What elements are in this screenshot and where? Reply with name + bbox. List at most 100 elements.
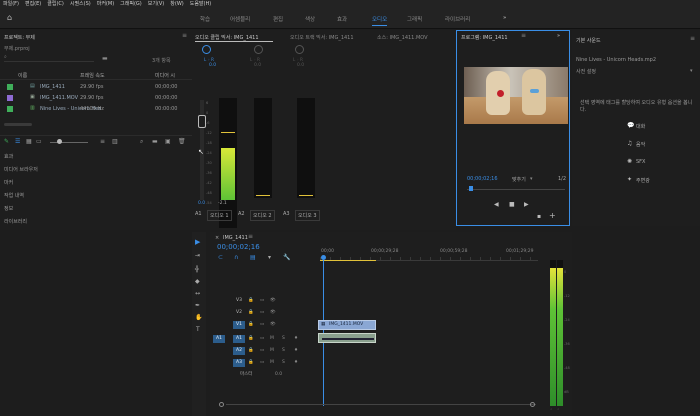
ambience-button[interactable]: 주변광: [636, 177, 650, 184]
workspace-libraries[interactable]: 라이브러리: [445, 15, 470, 23]
wrench-icon[interactable]: 🔧: [283, 254, 290, 261]
home-icon[interactable]: ⌂: [7, 13, 12, 22]
timeline-timecode[interactable]: 00;00;02;16: [217, 243, 260, 251]
zoom-slider-handle[interactable]: [57, 139, 62, 144]
list-item[interactable]: ▣ IMG_1411.MOV 29.90 fps 00;00;00: [0, 93, 192, 103]
ripple-edit-tool-icon[interactable]: ╬: [195, 266, 199, 273]
history-panel-tab[interactable]: 작업 내역: [4, 192, 24, 199]
pan-knob-icon[interactable]: [295, 45, 304, 54]
step-forward-icon[interactable]: ▶: [524, 201, 529, 208]
tab-audio-clip-mixer[interactable]: 오디오 클립 믹서: IMG_1411: [195, 34, 259, 41]
horizontal-scrollbar[interactable]: [226, 404, 536, 405]
panel-menu-icon[interactable]: ≡: [690, 35, 695, 42]
list-item[interactable]: ▥ Nine Lives - Unicorn Hea 44100 Hz 00:0…: [0, 104, 192, 114]
sync-lock-icon[interactable]: ▭: [260, 335, 264, 343]
tab-audio-track-mixer[interactable]: 오디오 트랙 믹서: IMG_1411: [290, 34, 354, 41]
lock-icon[interactable]: 🔒: [248, 359, 254, 367]
sync-lock-icon[interactable]: ▭: [260, 321, 264, 329]
menu-marker[interactable]: 마커(M): [97, 1, 114, 7]
mic-icon[interactable]: ♦: [294, 359, 298, 367]
project-panel-title[interactable]: 프로젝트: 무제: [4, 34, 35, 41]
scrubber-bar[interactable]: [467, 189, 565, 190]
solo-icon[interactable]: S: [282, 347, 285, 355]
lock-icon[interactable]: 🔒: [248, 297, 254, 305]
playhead-timecode[interactable]: 00;00;02;16: [467, 176, 498, 182]
snap-icon[interactable]: ⊂: [218, 254, 223, 261]
new-item-icon[interactable]: ▣: [165, 138, 171, 145]
column-media-start[interactable]: 미디어 시: [155, 72, 175, 79]
sequence-tab[interactable]: IMG_1411: [223, 235, 248, 241]
lock-icon[interactable]: 🔒: [248, 309, 254, 317]
video-track-v1[interactable]: V1 🔒 ▭ 👁: [210, 320, 328, 330]
sfx-icon[interactable]: ✺: [627, 158, 632, 165]
hand-tool-icon[interactable]: ✋: [195, 314, 202, 321]
sync-lock-icon[interactable]: ▭: [260, 297, 264, 305]
stop-icon[interactable]: ■: [509, 201, 515, 208]
effects-panel-tab[interactable]: 효과: [4, 153, 13, 160]
menu-view[interactable]: 보기(V): [148, 1, 165, 7]
workspace-effects[interactable]: 효과: [337, 15, 347, 23]
workspace-audio[interactable]: 오디오: [372, 15, 388, 26]
pencil-icon[interactable]: ✎: [4, 138, 9, 145]
eye-icon[interactable]: 👁: [270, 309, 276, 317]
scroll-left-handle[interactable]: [219, 402, 224, 407]
scroll-right-handle[interactable]: [530, 402, 535, 407]
list-view-icon[interactable]: ☰: [15, 138, 20, 145]
audio-track-a1[interactable]: A1 A1 🔒 ▭ M S ♦: [210, 334, 328, 344]
workspace-more-button[interactable]: »: [503, 15, 506, 21]
track-label[interactable]: A3: [233, 359, 245, 367]
export-frame-icon[interactable]: ▪: [537, 213, 541, 220]
solo-button-icon[interactable]: ◦: [557, 408, 560, 413]
dialogue-button[interactable]: 대화: [636, 123, 645, 130]
workspace-color[interactable]: 색상: [305, 15, 315, 23]
horizontal-scrollbar[interactable]: [4, 123, 32, 126]
info-panel-tab[interactable]: 정보: [4, 205, 13, 212]
track-label[interactable]: A2: [233, 347, 245, 355]
freeform-view-icon[interactable]: ▭: [36, 138, 42, 145]
menu-graphics[interactable]: 그래픽(G): [120, 1, 142, 7]
new-bin-icon[interactable]: ▬: [152, 138, 158, 145]
lock-icon[interactable]: 🔒: [248, 321, 254, 329]
add-marker-icon[interactable]: ▤: [250, 254, 256, 261]
video-track-v2[interactable]: V2 🔒 ▭ 👁: [210, 308, 328, 318]
audio-track-a3[interactable]: A3 🔒 ▭ M S ♦: [210, 358, 328, 368]
master-track[interactable]: 마스터 0.0: [210, 370, 328, 380]
music-icon[interactable]: ♫: [627, 140, 632, 147]
menu-sequence[interactable]: 시퀀스(S): [70, 1, 91, 7]
pan-knob-icon[interactable]: [202, 45, 211, 54]
lock-icon[interactable]: 🔒: [248, 335, 254, 343]
scrubber-handle[interactable]: [469, 186, 473, 191]
libraries-panel-tab[interactable]: 라이브러리: [4, 218, 27, 225]
source-patch[interactable]: A1: [213, 335, 225, 343]
solo-icon[interactable]: S: [282, 335, 285, 343]
pen-tool-icon[interactable]: ✒: [195, 302, 200, 309]
menu-file[interactable]: 파일(F): [3, 1, 19, 7]
solo-icon[interactable]: S: [282, 359, 285, 367]
panel-menu-icon[interactable]: ≡: [521, 32, 526, 39]
mute-icon[interactable]: M: [270, 347, 274, 355]
panel-menu-icon[interactable]: ≡: [182, 32, 187, 39]
slip-tool-icon[interactable]: ↔: [195, 290, 200, 297]
workspace-assembly[interactable]: 어셈블리: [230, 15, 250, 23]
menu-edit[interactable]: 편집(E): [25, 1, 41, 7]
preset-dropdown[interactable]: 사전 설정: [576, 68, 596, 75]
icon-view-icon[interactable]: ▦: [26, 138, 32, 145]
list-item[interactable]: ▤ IMG_1411 29.90 fps 00;00;00: [0, 82, 192, 92]
auto-match-icon[interactable]: ▥: [112, 138, 118, 145]
work-area-bar[interactable]: [320, 260, 376, 261]
fader-handle[interactable]: [198, 115, 206, 128]
track-select-tool-icon[interactable]: ⇥: [195, 252, 200, 259]
panel-menu-icon[interactable]: ≡: [248, 233, 253, 240]
type-tool-icon[interactable]: T: [196, 326, 200, 333]
markers-panel-tab[interactable]: 마커: [4, 179, 13, 186]
tab-source-monitor[interactable]: 소스: IMG_1411.MOV: [377, 34, 428, 41]
trash-icon[interactable]: 🗑: [178, 138, 186, 145]
project-search-input[interactable]: [4, 55, 94, 62]
dialogue-icon[interactable]: 💬: [627, 122, 634, 129]
selection-tool-icon[interactable]: ▶: [195, 238, 200, 246]
sync-lock-icon[interactable]: ▭: [260, 309, 264, 317]
marker-icon[interactable]: ▾: [268, 254, 271, 261]
menu-help[interactable]: 도움말(H): [190, 1, 211, 7]
master-value[interactable]: 0.0: [275, 371, 282, 379]
column-name[interactable]: 이름: [18, 72, 27, 79]
